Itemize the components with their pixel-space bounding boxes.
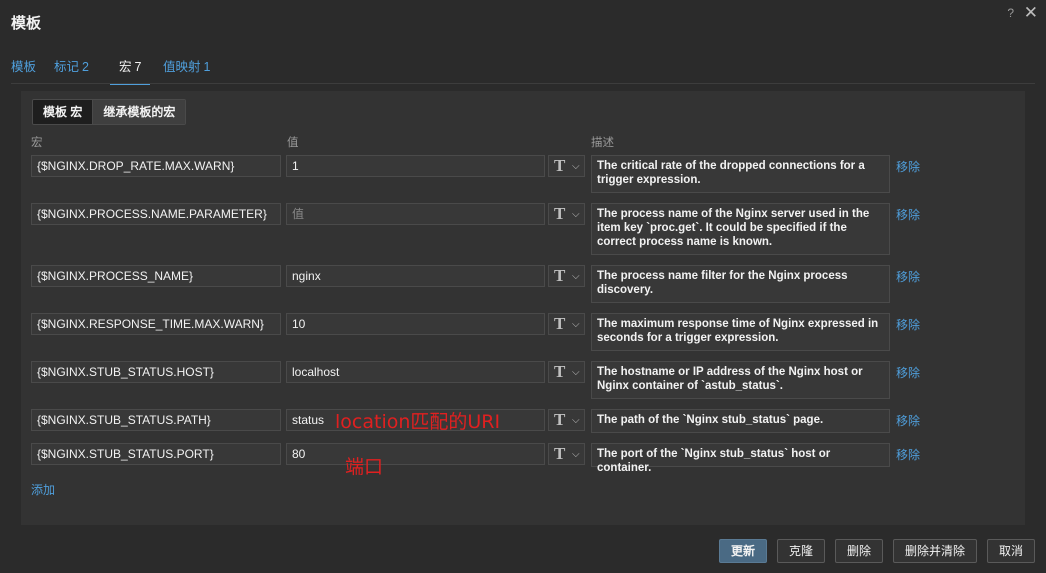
tab-macros[interactable]: 宏7 — [110, 57, 151, 85]
macro-name-input[interactable]: {$NGINX.PROCESS_NAME} — [31, 265, 281, 287]
chevron-down-icon: ⌵ — [572, 271, 580, 282]
close-icon[interactable]: ✕ — [1024, 3, 1038, 23]
macro-description-textarea[interactable]: The path of the `Nginx stub_status` page… — [591, 409, 890, 433]
chevron-down-icon: ⌵ — [572, 319, 580, 330]
text-type-icon: T — [554, 266, 566, 285]
remove-macro-link[interactable]: 移除 — [896, 158, 920, 175]
dialog-titlebar: 模板 ? ✕ — [0, 0, 1046, 44]
chevron-down-icon: ⌵ — [572, 449, 580, 460]
chevron-down-icon: ⌵ — [572, 209, 580, 220]
macro-value-input[interactable]: 值 — [286, 203, 545, 225]
dialog-title: 模板 — [11, 15, 42, 32]
delete-button[interactable]: 删除 — [835, 539, 883, 563]
value-type-dropdown[interactable]: T ⌵ — [548, 361, 585, 383]
macro-value-input[interactable]: 10 — [286, 313, 545, 335]
macro-name-input[interactable]: {$NGINX.STUB_STATUS.HOST} — [31, 361, 281, 383]
remove-macro-link[interactable]: 移除 — [896, 364, 920, 381]
macro-description-textarea[interactable]: The process name filter for the Nginx pr… — [591, 265, 890, 303]
value-type-dropdown[interactable]: T ⌵ — [548, 203, 585, 225]
tab-count: 2 — [82, 60, 89, 74]
macro-description-textarea[interactable]: The port of the `Nginx stub_status` host… — [591, 443, 890, 474]
chevron-down-icon: ⌵ — [572, 415, 580, 426]
value-type-dropdown[interactable]: T ⌵ — [548, 409, 585, 431]
macro-name-input[interactable]: {$NGINX.STUB_STATUS.PATH} — [31, 409, 281, 431]
macro-value-input[interactable]: localhost — [286, 361, 545, 383]
macro-name-input[interactable]: {$NGINX.DROP_RATE.MAX.WARN} — [31, 155, 281, 177]
clone-button[interactable]: 克隆 — [777, 539, 825, 563]
remove-macro-link[interactable]: 移除 — [896, 316, 920, 333]
remove-macro-link[interactable]: 移除 — [896, 268, 920, 285]
value-type-dropdown[interactable]: T ⌵ — [548, 443, 585, 465]
annotation-path-note: location匹配的URI — [335, 411, 501, 433]
macro-value-input[interactable]: 80 — [286, 443, 545, 465]
add-macro-link[interactable]: 添加 — [31, 481, 55, 498]
macro-description-textarea[interactable]: The critical rate of the dropped connect… — [591, 155, 890, 193]
tab-template[interactable]: 模板 — [11, 57, 36, 83]
text-type-icon: T — [554, 204, 566, 223]
macro-name-input[interactable]: {$NGINX.PROCESS.NAME.PARAMETER} — [31, 203, 281, 225]
macro-name-input[interactable]: {$NGINX.STUB_STATUS.PORT} — [31, 443, 281, 465]
value-type-dropdown[interactable]: T ⌵ — [548, 313, 585, 335]
chevron-down-icon: ⌵ — [572, 161, 580, 172]
tab-count: 1 — [203, 60, 211, 74]
tab-label: 模板 — [11, 60, 37, 74]
remove-macro-link[interactable]: 移除 — [896, 412, 920, 429]
update-button[interactable]: 更新 — [719, 539, 767, 563]
tab-count: 7 — [134, 60, 142, 74]
remove-macro-link[interactable]: 移除 — [896, 446, 920, 463]
text-type-icon: T — [554, 156, 566, 175]
text-type-icon: T — [554, 410, 566, 429]
column-header-description: 描述 — [591, 137, 614, 149]
macro-value-input[interactable]: 1 — [286, 155, 545, 177]
value-type-dropdown[interactable]: T ⌵ — [548, 155, 585, 177]
macro-description-textarea[interactable]: The process name of the Nginx server use… — [591, 203, 890, 255]
inherited-macros-button[interactable]: 继承模板的宏 — [92, 100, 186, 124]
column-header-macro: 宏 — [31, 137, 43, 149]
macro-scope-switch: 模板 宏 继承模板的宏 — [32, 99, 187, 125]
delete-and-clear-button[interactable]: 删除并清除 — [893, 539, 977, 563]
chevron-down-icon: ⌵ — [572, 367, 580, 378]
text-type-icon: T — [554, 444, 566, 463]
value-type-dropdown[interactable]: T ⌵ — [548, 265, 585, 287]
help-icon[interactable]: ? — [1007, 6, 1014, 20]
remove-macro-link[interactable]: 移除 — [896, 206, 920, 223]
text-type-icon: T — [554, 314, 566, 333]
tab-tags[interactable]: 标记 2 — [54, 57, 89, 83]
column-header-value: 值 — [287, 137, 299, 149]
macro-description-textarea[interactable]: The hostname or IP address of the Nginx … — [591, 361, 890, 399]
tab-value-mapping[interactable]: 值映射 1 — [163, 57, 210, 83]
tabs-divider — [11, 83, 1035, 84]
tab-label: 标记 — [54, 60, 80, 74]
macro-description-textarea[interactable]: The maximum response time of Nginx expre… — [591, 313, 890, 351]
tab-label: 宏 — [119, 60, 132, 74]
macro-value-input[interactable]: nginx — [286, 265, 545, 287]
cancel-button[interactable]: 取消 — [987, 539, 1035, 563]
template-macros-button[interactable]: 模板 宏 — [33, 100, 93, 124]
tab-label: 值映射 — [163, 60, 201, 74]
annotation-port-note: 端口 — [345, 456, 384, 478]
text-type-icon: T — [554, 362, 566, 381]
macro-name-input[interactable]: {$NGINX.RESPONSE_TIME.MAX.WARN} — [31, 313, 281, 335]
